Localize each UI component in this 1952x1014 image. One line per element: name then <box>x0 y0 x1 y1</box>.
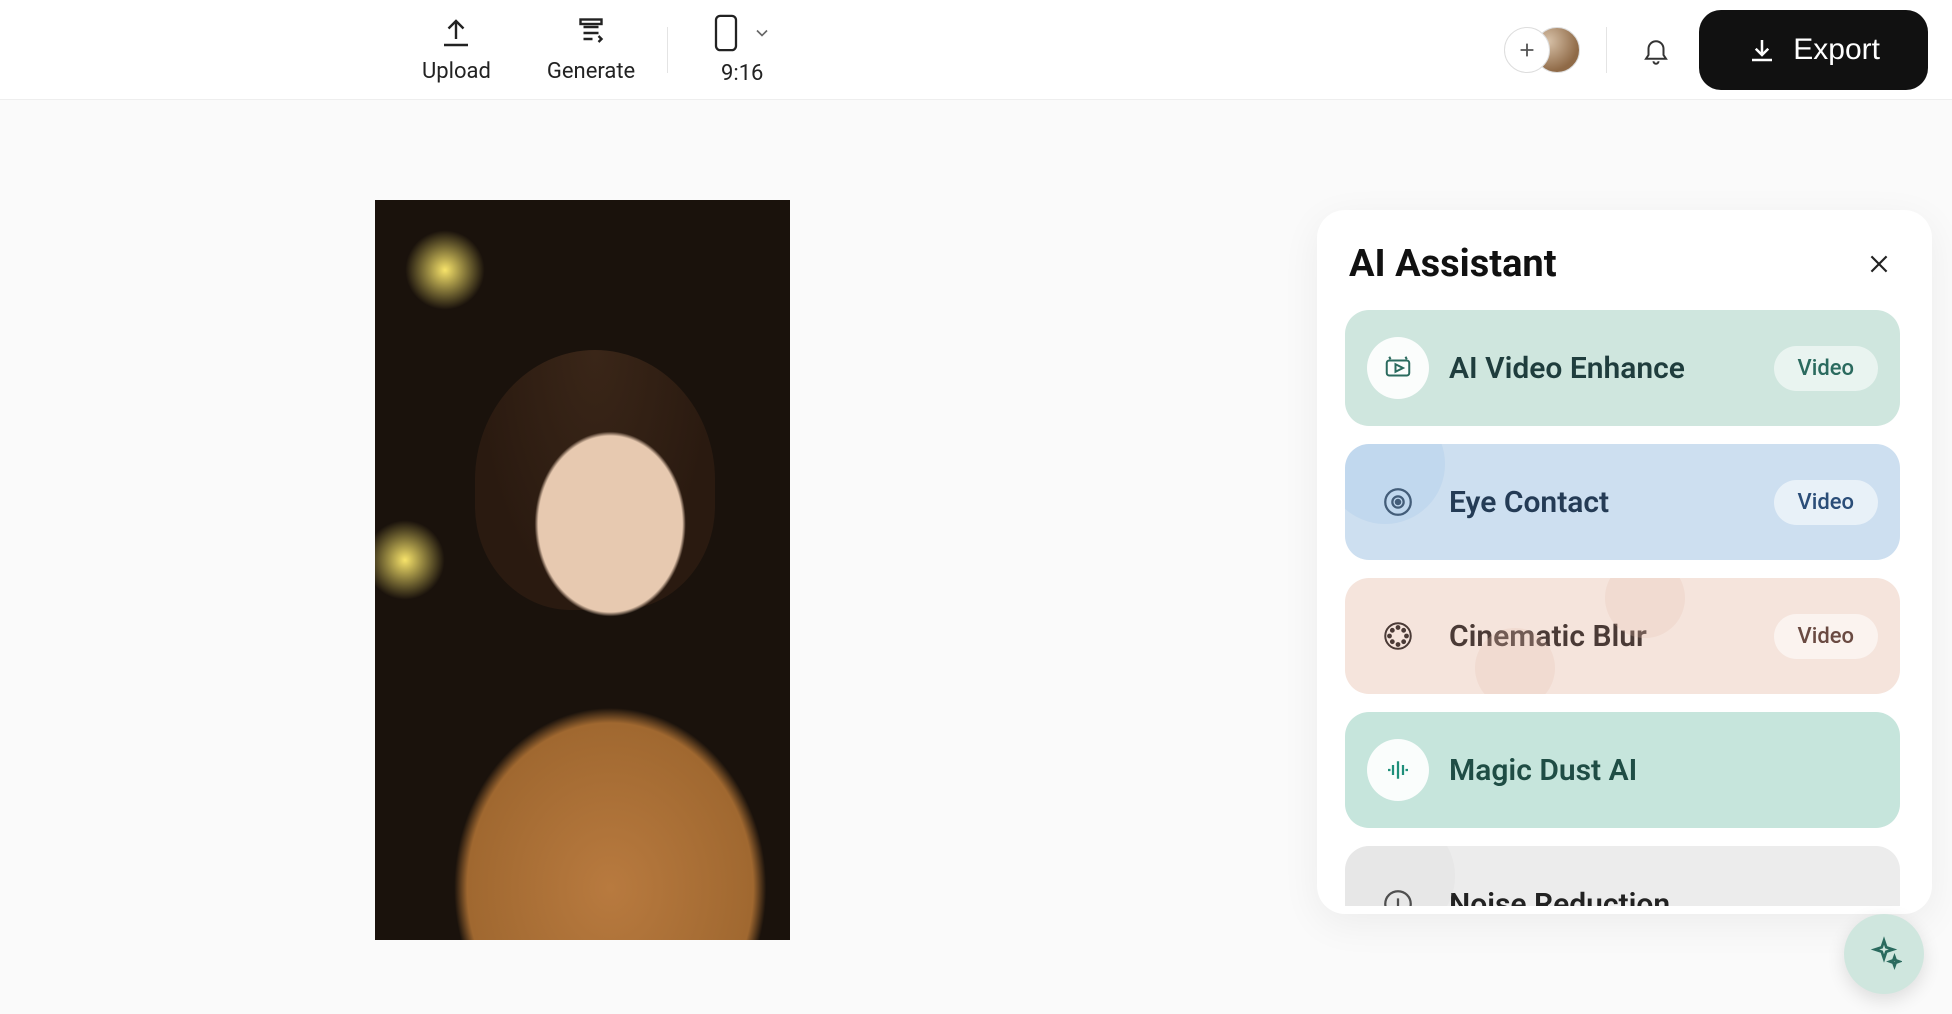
generate-button[interactable]: Generate <box>519 15 663 84</box>
upload-icon <box>438 15 474 51</box>
export-button[interactable]: Export <box>1699 10 1928 90</box>
bell-icon <box>1641 35 1671 65</box>
video-preview[interactable] <box>375 200 790 940</box>
user-avatars[interactable] <box>1504 27 1580 73</box>
feature-badge: Video <box>1774 346 1878 391</box>
generate-icon <box>573 15 609 51</box>
feature-label: Noise Reduction <box>1449 887 1878 907</box>
close-icon <box>1866 251 1892 277</box>
card-decor <box>1345 846 1455 906</box>
feature-magic-dust[interactable]: Magic Dust AI <box>1345 712 1900 828</box>
feature-label: Magic Dust AI <box>1449 753 1878 788</box>
toolbar-left: Upload Generate 9:16 <box>394 13 812 86</box>
sparkle-icon <box>1866 936 1902 972</box>
ai-panel-header: AI Assistant <box>1345 238 1904 310</box>
card-decor <box>1345 444 1445 524</box>
toolbar: Upload Generate 9:16 <box>0 0 1952 100</box>
download-icon <box>1747 35 1777 65</box>
feature-eye-contact[interactable]: Eye Contact Video <box>1345 444 1900 560</box>
aspect-ratio-button[interactable]: 9:16 <box>672 13 812 86</box>
chevron-down-icon <box>752 23 772 43</box>
generate-label: Generate <box>547 59 635 84</box>
ai-assistant-panel: AI Assistant AI Video Enhance Video Eye … <box>1317 210 1932 914</box>
close-button[interactable] <box>1858 243 1900 285</box>
magic-dust-icon <box>1367 739 1429 801</box>
ai-sparkle-fab[interactable] <box>1844 914 1924 994</box>
feature-label: Eye Contact <box>1449 485 1754 520</box>
aspect-ratio-label: 9:16 <box>721 61 763 86</box>
feature-list[interactable]: AI Video Enhance Video Eye Contact Video <box>1345 310 1904 906</box>
toolbar-divider-2 <box>1606 27 1607 73</box>
portrait-phone-icon <box>712 13 740 53</box>
blur-icon <box>1367 605 1429 667</box>
preview-decor <box>415 420 770 940</box>
upload-button[interactable]: Upload <box>394 15 519 84</box>
canvas[interactable]: AI Assistant AI Video Enhance Video Eye … <box>0 100 1952 1014</box>
upload-label: Upload <box>422 59 491 84</box>
ai-panel-title: AI Assistant <box>1349 242 1557 286</box>
notifications-button[interactable] <box>1633 27 1679 73</box>
preview-decor <box>405 230 485 310</box>
feature-ai-video-enhance[interactable]: AI Video Enhance Video <box>1345 310 1900 426</box>
toolbar-divider <box>667 27 668 73</box>
enhance-icon <box>1367 337 1429 399</box>
feature-noise-reduction[interactable]: Noise Reduction <box>1345 846 1900 906</box>
feature-badge: Video <box>1774 480 1878 525</box>
add-user-button[interactable] <box>1504 27 1550 73</box>
plus-icon <box>1516 39 1538 61</box>
feature-cinematic-blur[interactable]: Cinematic Blur Video <box>1345 578 1900 694</box>
feature-label: AI Video Enhance <box>1449 351 1754 386</box>
export-label: Export <box>1793 33 1880 67</box>
toolbar-right: Export <box>1504 10 1928 90</box>
feature-badge: Video <box>1774 614 1878 659</box>
